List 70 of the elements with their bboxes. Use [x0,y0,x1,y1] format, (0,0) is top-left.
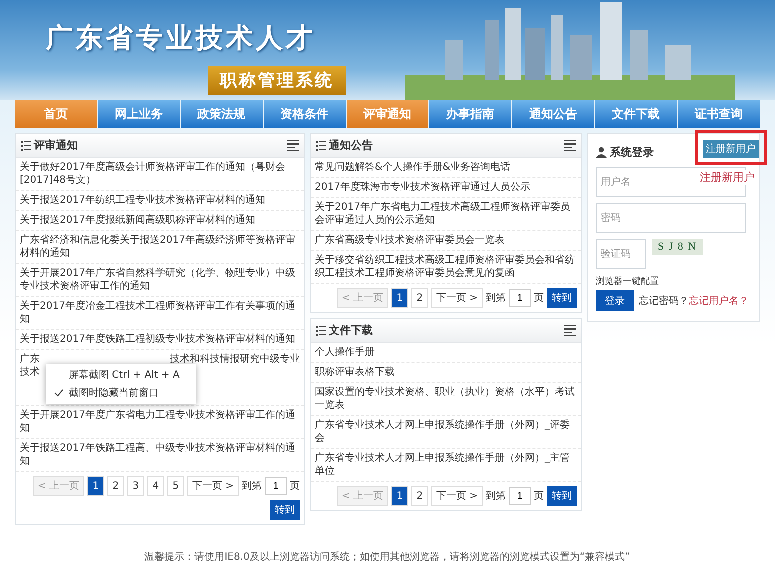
more-icon[interactable] [564,140,576,151]
user-icon [596,147,607,158]
page-unit: 页 [534,490,544,503]
panel-title: 评审通知 [34,138,78,153]
page-button[interactable]: 1 [391,288,408,308]
more-icon[interactable] [287,140,299,151]
page-button[interactable]: 1 [87,476,104,496]
list-icon [316,140,326,150]
news-link[interactable]: 关于移交省纺织工程技术高级工程师资格评审委员会和省纺织工程技术工程师资格评审委员会意见的复函 [311,251,581,284]
next-page-button[interactable]: 下一页 > [431,486,483,506]
captcha-field[interactable]: 验证码 [596,239,646,269]
forgot-username-link[interactable]: 忘记用户名？ [689,294,749,308]
news-link[interactable]: 广东省高级专业技术资格评审委员会一览表 [311,231,581,251]
news-link[interactable]: 广东省经济和信息化委关于报送2017年高级经济师等资格评审材料的通知 [16,231,304,264]
news-link[interactable]: 关于报送2017年度铁路工程初级专业技术资格评审材料的通知 [16,330,304,350]
news-link[interactable]: 国家设置的专业技术资格、职业（执业）资格（水平）考试一览表 [311,383,581,416]
news-link-fragment[interactable]: 技术 [20,366,40,379]
goto-button[interactable]: 转到 [547,288,577,308]
news-link[interactable]: 关于报送2017年度报纸新闻高级职称评审材料的通知 [16,211,304,231]
menu-item[interactable]: 屏幕截图 Ctrl + Alt + A [46,366,196,384]
next-page-button[interactable]: 下一页 > [431,288,483,308]
news-link[interactable]: 关于做好2017年度高级会计师资格评审工作的通知（粤财会[2017]48号文） [16,158,304,191]
list-icon [316,326,326,336]
goto-button[interactable]: 转到 [547,486,577,506]
footer-notice: 温馨提示：请使用IE8.0及以上浏览器访问系统；如使用其他浏览器，请将浏览器的浏览模式设置为“兼容模式” [144,550,632,564]
page-unit: 页 [534,292,544,305]
login-button[interactable]: 登录 [596,290,634,311]
news-link-fragment[interactable]: 技术和科技情报研究中级专业 [170,353,300,366]
site-subtitle: 职称管理系统 [208,66,346,95]
panel-title: 通知公告 [329,138,373,153]
page-button[interactable]: 2 [411,486,428,506]
goto-label: 到第 [486,490,506,503]
news-link[interactable]: 关于开展2017年广东省自然科学研究（化学、物理专业）中级专业技术资格评审工作的通知 [16,264,304,297]
page-input[interactable]: 1 [509,289,531,307]
goto-label: 到第 [242,480,262,493]
news-link[interactable]: 关于2017年广东省电力工程技术高级工程师资格评审委员会评审通过人员的公示通知 [311,198,581,231]
more-icon[interactable] [564,325,576,336]
panel-title: 文件下载 [329,323,373,338]
menu-item[interactable]: 截图时隐藏当前窗口 [46,384,196,402]
page-input[interactable]: 1 [509,487,531,505]
news-link[interactable]: 关于2017年度冶金工程技术工程师资格评审工作有关事项的通知 [16,297,304,330]
goto-button[interactable]: 转到 [270,500,300,520]
page-button[interactable]: 2 [411,288,428,308]
password-field[interactable]: 密码 [596,203,746,233]
page-unit: 页 [290,480,300,493]
news-link[interactable]: 2017年度珠海市专业技术资格评审通过人员公示 [311,178,581,198]
page-button[interactable]: 5 [167,476,184,496]
register-button[interactable]: 注册新用户 [703,140,759,158]
page-button[interactable]: 2 [107,476,124,496]
browser-config-link[interactable]: 浏览器一键配置 [596,275,751,288]
login-title: 系统登录 [610,145,654,160]
page-button[interactable]: 3 [127,476,144,496]
page-input[interactable]: 1 [265,477,287,495]
news-link-fragment[interactable]: 广东 [20,353,40,366]
goto-label: 到第 [486,292,506,305]
next-page-button[interactable]: 下一页 > [187,476,239,496]
news-link[interactable]: 个人操作手册 [311,343,581,363]
news-link[interactable]: 广东省专业技术人才网上申报系统操作手册（外网）_主管单位 [311,449,581,482]
news-link[interactable]: 职称评审表格下载 [311,363,581,383]
news-link[interactable]: 常见问题解答&个人操作手册&业务咨询电话 [311,158,581,178]
news-link[interactable]: 关于报送2017年铁路工程高、中级专业技术资格评审材料的通知 [16,439,304,472]
news-link[interactable]: 关于开展2017年度广东省电力工程专业技术资格评审工作的通知 [16,406,304,439]
page-button[interactable]: 4 [147,476,164,496]
list-icon [21,140,31,150]
captcha-image: S J 8 N [652,239,704,255]
page-button[interactable]: 1 [391,486,408,506]
news-link[interactable]: 广东省专业技术人才网上申报系统操作手册（外网）_评委会 [311,416,581,449]
forgot-password-link[interactable]: 忘记密码？ [639,294,689,308]
news-link[interactable]: 关于报送2017年纺织工程专业技术资格评审材料的通知 [16,191,304,211]
site-title: 广东省专业技术人才 [46,22,316,56]
